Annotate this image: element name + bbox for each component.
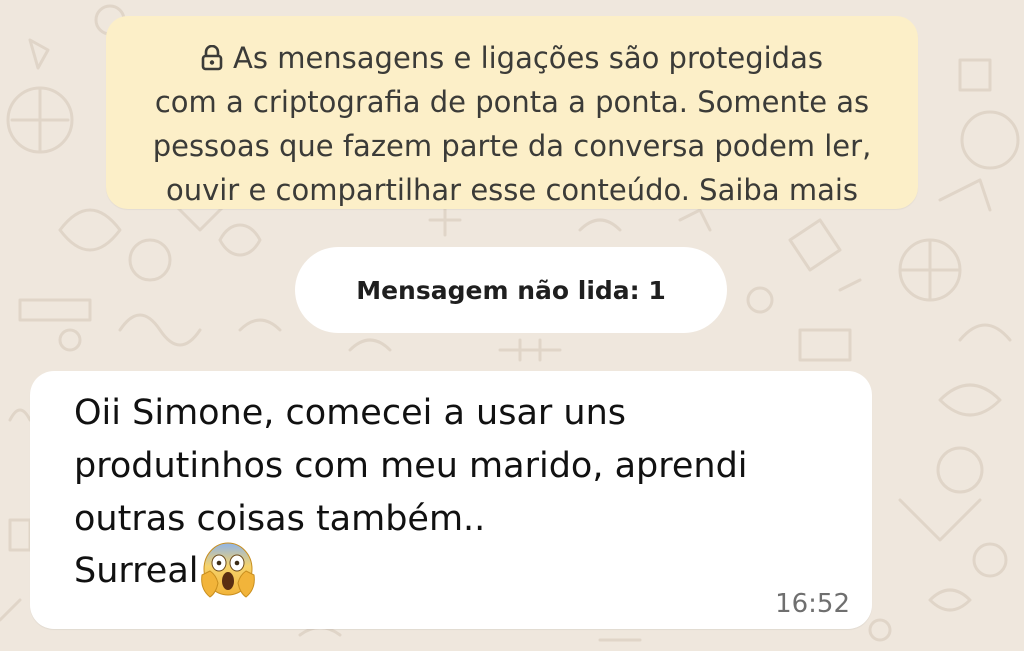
encryption-text-line: As mensagens e ligações são protegidas xyxy=(233,41,823,75)
encryption-text-line: pessoas que fazem parte da conversa pode… xyxy=(152,129,872,163)
encryption-text-line: ouvir e compartilhar esse conteúdo. Saib… xyxy=(165,173,859,207)
message-text-line: produtinhos com meu marido, aprendi xyxy=(74,446,748,486)
unread-messages-label: Mensagem não lida: 1 xyxy=(356,275,666,305)
message-last-line: Surreal xyxy=(74,541,256,601)
encryption-notice[interactable]: As mensagens e ligações são protegidas c… xyxy=(106,16,918,209)
incoming-message-bubble[interactable]: Oii Simone, comecei a usar uns produtinh… xyxy=(30,371,872,629)
encryption-text-line: com a criptografia de ponta a ponta. Som… xyxy=(154,85,870,119)
message-timestamp: 16:52 xyxy=(775,589,850,619)
message-text-line: Oii Simone, comecei a usar uns xyxy=(74,393,627,433)
message-text-line: Surreal xyxy=(74,550,199,591)
unread-messages-divider: Mensagem não lida: 1 xyxy=(295,247,727,333)
face-screaming-in-fear-emoji xyxy=(200,542,255,598)
message-text: Oii Simone, comecei a usar uns produtinh… xyxy=(74,387,844,546)
lock-icon xyxy=(201,45,223,71)
message-text-line: outras coisas também.. xyxy=(74,499,486,539)
encryption-notice-line-1: As mensagens e ligações são protegidas xyxy=(124,36,900,80)
